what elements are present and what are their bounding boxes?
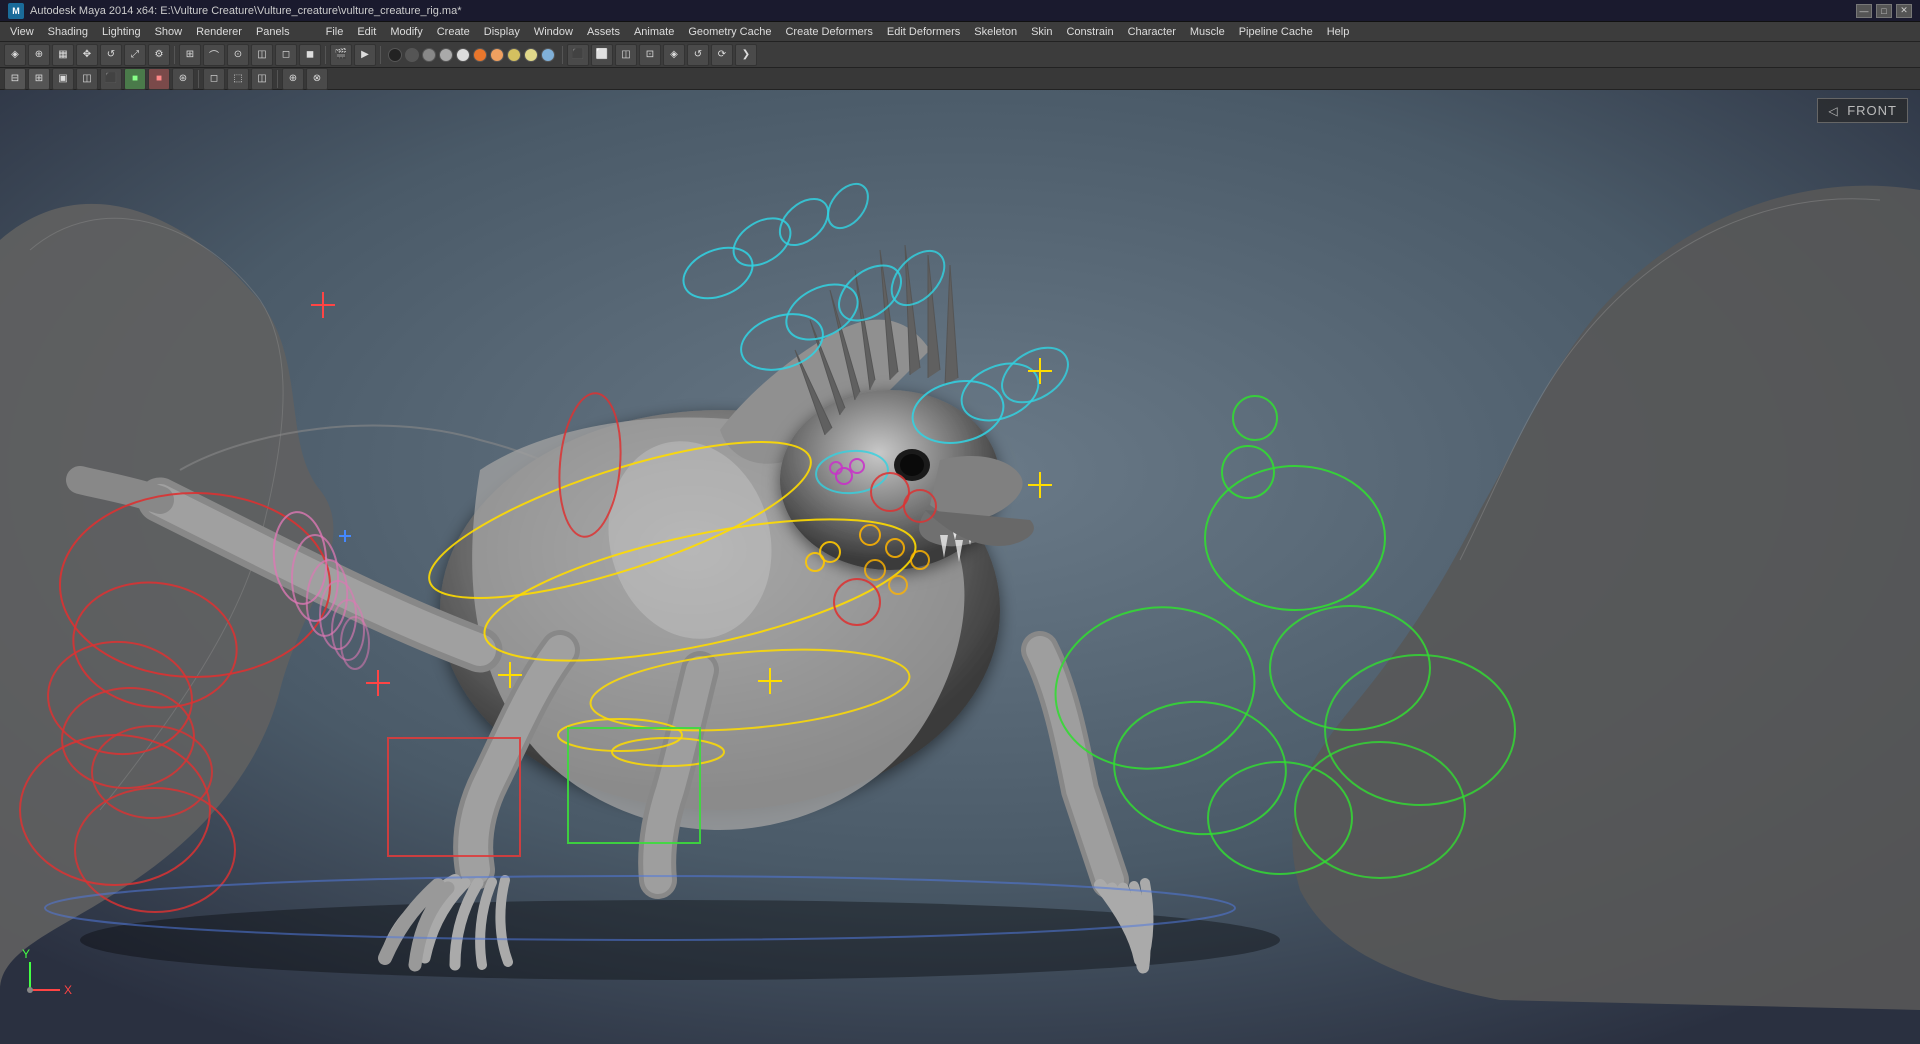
tb2-btn13[interactable]: ⊗ bbox=[306, 68, 328, 90]
svg-text:Y: Y bbox=[22, 947, 30, 961]
toolbar-scale[interactable]: ⤢ bbox=[124, 44, 146, 66]
toolbar-move[interactable]: ✥ bbox=[76, 44, 98, 66]
toolbar-show-manip[interactable]: ⚙ bbox=[148, 44, 170, 66]
tb2-btn5[interactable]: ⬛ bbox=[100, 68, 122, 90]
tb2-btn2[interactable]: ⊞ bbox=[28, 68, 50, 90]
sep5 bbox=[198, 70, 199, 88]
toolbar-snap-poly[interactable]: ◻ bbox=[275, 44, 297, 66]
toolbar-lasso[interactable]: ⊕ bbox=[28, 44, 50, 66]
tb2-btn7[interactable]: ■ bbox=[148, 68, 170, 90]
color-lightorange[interactable] bbox=[490, 48, 504, 62]
toolbar-render-seq[interactable]: 🎬 bbox=[330, 44, 352, 66]
menu-geometry-cache[interactable]: Geometry Cache bbox=[682, 22, 777, 42]
menu-pipeline-cache[interactable]: Pipeline Cache bbox=[1233, 22, 1319, 42]
minimize-button[interactable]: — bbox=[1856, 4, 1872, 18]
menu-renderer[interactable]: Renderer bbox=[190, 22, 248, 42]
toolbar-snap-point[interactable]: ⊙ bbox=[227, 44, 249, 66]
toolbar-icon4[interactable]: ⊡ bbox=[639, 44, 661, 66]
sep3 bbox=[380, 46, 381, 64]
color-orange[interactable] bbox=[473, 48, 487, 62]
menu-modify[interactable]: Modify bbox=[384, 22, 428, 42]
color-black[interactable] bbox=[388, 48, 402, 62]
toolbar-icon6[interactable]: ↺ bbox=[687, 44, 709, 66]
color-lightblue[interactable] bbox=[541, 48, 555, 62]
menu-show[interactable]: Show bbox=[149, 22, 189, 42]
menu-create-deformers[interactable]: Create Deformers bbox=[779, 22, 878, 42]
tb2-btn9[interactable]: ◻ bbox=[203, 68, 225, 90]
toolbar-select[interactable]: ◈ bbox=[4, 44, 26, 66]
menu-skin[interactable]: Skin bbox=[1025, 22, 1058, 42]
color-white[interactable] bbox=[456, 48, 470, 62]
menu-help[interactable]: Help bbox=[1321, 22, 1356, 42]
main-toolbar: ◈ ⊕ ▦ ✥ ↺ ⤢ ⚙ ⊞ ⌒ ⊙ ◫ ◻ ◼ 🎬 ▶ ⬛ ⬜ ◫ ⊡ ◈ … bbox=[0, 42, 1920, 68]
title-left: M Autodesk Maya 2014 x64: E:\Vulture Cre… bbox=[8, 3, 461, 19]
sep6 bbox=[277, 70, 278, 88]
tb2-btn6[interactable]: ■ bbox=[124, 68, 146, 90]
tb2-btn4[interactable]: ◫ bbox=[76, 68, 98, 90]
color-yellow[interactable] bbox=[507, 48, 521, 62]
toolbar-icon7[interactable]: ⟳ bbox=[711, 44, 733, 66]
secondary-toolbar: ⊟ ⊞ ▣ ◫ ⬛ ■ ■ ⊛ ◻ ⬚ ◫ ⊕ ⊗ bbox=[0, 68, 1920, 90]
menu-skeleton[interactable]: Skeleton bbox=[968, 22, 1023, 42]
viewport[interactable]: X Y ◁ FRONT bbox=[0, 90, 1920, 1044]
color-lightyellow[interactable] bbox=[524, 48, 538, 62]
tb2-btn1[interactable]: ⊟ bbox=[4, 68, 26, 90]
menu-lighting[interactable]: Lighting bbox=[96, 22, 147, 42]
menu-constrain[interactable]: Constrain bbox=[1060, 22, 1119, 42]
menu-muscle[interactable]: Muscle bbox=[1184, 22, 1231, 42]
tb2-btn8[interactable]: ⊛ bbox=[172, 68, 194, 90]
toolbar-rotate[interactable]: ↺ bbox=[100, 44, 122, 66]
color-gray[interactable] bbox=[422, 48, 436, 62]
color-darkgray[interactable] bbox=[405, 48, 419, 62]
menu-character[interactable]: Character bbox=[1122, 22, 1182, 42]
tb2-btn3[interactable]: ▣ bbox=[52, 68, 74, 90]
maximize-button[interactable]: □ bbox=[1876, 4, 1892, 18]
toolbar-icon1[interactable]: ⬛ bbox=[567, 44, 589, 66]
sep2 bbox=[325, 46, 326, 64]
tb2-btn11[interactable]: ◫ bbox=[251, 68, 273, 90]
toolbar-icon2[interactable]: ⬜ bbox=[591, 44, 613, 66]
menu-bar: View Shading Lighting Show Renderer Pane… bbox=[0, 22, 1920, 42]
window-controls[interactable]: — □ ✕ bbox=[1856, 4, 1912, 18]
menu-shading[interactable]: Shading bbox=[42, 22, 94, 42]
color-lightgray[interactable] bbox=[439, 48, 453, 62]
toolbar-snap-view[interactable]: ◫ bbox=[251, 44, 273, 66]
close-button[interactable]: ✕ bbox=[1896, 4, 1912, 18]
menu-window[interactable]: Window bbox=[528, 22, 579, 42]
menu-view[interactable]: View bbox=[4, 22, 40, 42]
menu-edit-deformers[interactable]: Edit Deformers bbox=[881, 22, 966, 42]
menu-create[interactable]: Create bbox=[431, 22, 476, 42]
title-bar: M Autodesk Maya 2014 x64: E:\Vulture Cre… bbox=[0, 0, 1920, 22]
toolbar-icon8[interactable]: ❯ bbox=[735, 44, 757, 66]
viewport-label: ◁ FRONT bbox=[1817, 98, 1908, 123]
toolbar-snap-active[interactable]: ◼ bbox=[299, 44, 321, 66]
sep4 bbox=[562, 46, 563, 64]
scene-canvas: X Y bbox=[0, 90, 1920, 1044]
tb2-btn10[interactable]: ⬚ bbox=[227, 68, 249, 90]
sep1 bbox=[174, 46, 175, 64]
toolbar-icon5[interactable]: ◈ bbox=[663, 44, 685, 66]
toolbar-ipr[interactable]: ▶ bbox=[354, 44, 376, 66]
toolbar-snap-curve[interactable]: ⌒ bbox=[203, 44, 225, 66]
menu-animate[interactable]: Animate bbox=[628, 22, 680, 42]
camera-icon: ◁ bbox=[1828, 104, 1838, 118]
menu-edit[interactable]: Edit bbox=[351, 22, 382, 42]
menu-panels[interactable]: Panels bbox=[250, 22, 296, 42]
toolbar-paint[interactable]: ▦ bbox=[52, 44, 74, 66]
maya-logo: M bbox=[8, 3, 24, 19]
toolbar-icon3[interactable]: ◫ bbox=[615, 44, 637, 66]
tb2-btn12[interactable]: ⊕ bbox=[282, 68, 304, 90]
window-title: Autodesk Maya 2014 x64: E:\Vulture Creat… bbox=[30, 5, 461, 17]
toolbar-snap-grid[interactable]: ⊞ bbox=[179, 44, 201, 66]
menu-display[interactable]: Display bbox=[478, 22, 526, 42]
menu-assets[interactable]: Assets bbox=[581, 22, 626, 42]
svg-text:X: X bbox=[64, 983, 72, 997]
viewport-name: FRONT bbox=[1847, 103, 1897, 118]
menu-file[interactable]: File bbox=[320, 22, 350, 42]
